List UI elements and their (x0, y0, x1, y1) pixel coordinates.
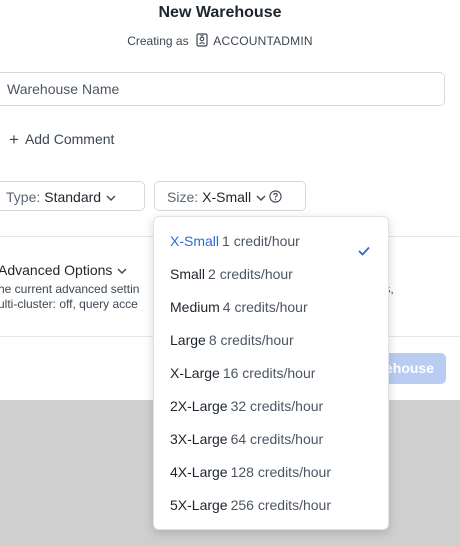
size-option-name: Large (170, 332, 206, 348)
creating-as-line: Creating as ACCOUNTADMIN (0, 33, 440, 50)
size-option-name: 2X-Large (170, 398, 228, 414)
type-label: Type: (6, 189, 41, 205)
size-option-name: 3X-Large (170, 431, 228, 447)
advanced-options-toggle[interactable]: Advanced Options (0, 261, 127, 278)
advanced-options-label: Advanced Options (0, 262, 113, 278)
size-option-credits: 128 credits/hour (230, 464, 331, 480)
size-option-name: Medium (170, 299, 220, 315)
chevron-down-icon (106, 182, 116, 210)
size-option-credits: 8 credits/hour (208, 332, 294, 348)
type-select[interactable]: Type: Standard (0, 181, 145, 211)
dialog-title: New Warehouse (158, 4, 282, 21)
warehouse-name-input[interactable]: Warehouse Name (0, 72, 445, 106)
size-option-credits: 1 credit/hour (222, 233, 300, 249)
size-option-small[interactable]: Small 2 credits/hour (154, 258, 388, 291)
size-option-2x-large[interactable]: 2X-Large 32 credits/hour (154, 390, 388, 423)
size-option-credits: 16 credits/hour (222, 365, 316, 381)
size-value: X-Small (202, 189, 252, 205)
size-option-medium[interactable]: Medium 4 credits/hour (154, 291, 388, 324)
size-option-credits: 64 credits/hour (230, 431, 324, 447)
size-label: Size: (167, 189, 199, 205)
size-option-name: X-Large (170, 365, 220, 381)
size-option-credits: 2 credits/hour (208, 266, 293, 282)
size-option-x-large[interactable]: X-Large 16 credits/hour (154, 357, 388, 390)
create-warehouse-label: ehouse (384, 360, 434, 376)
warehouse-name-placeholder: Warehouse Name (7, 81, 120, 97)
chevron-down-icon (117, 261, 127, 277)
size-option-name: X-Small (170, 233, 220, 249)
size-option-credits: 32 credits/hour (230, 398, 324, 414)
help-icon[interactable] (269, 184, 282, 212)
size-option-credits: 256 credits/hour (230, 497, 331, 513)
size-option-name: 4X-Large (170, 464, 228, 480)
size-option-name: 5X-Large (170, 497, 228, 513)
size-option-4x-large[interactable]: 4X-Large 128 credits/hour (154, 456, 388, 489)
size-option-3x-large[interactable]: 3X-Large 64 credits/hour (154, 423, 388, 456)
size-option-5x-large[interactable]: 5X-Large 256 credits/hour (154, 489, 388, 522)
role-badge-icon (196, 33, 208, 50)
size-option-name: Small (170, 266, 206, 282)
chevron-down-icon (256, 182, 266, 210)
creating-as-label: Creating as (127, 34, 189, 48)
role-name: ACCOUNTADMIN (213, 34, 313, 48)
size-option-large[interactable]: Large 8 credits/hour (154, 324, 388, 357)
advanced-desc-line1: he current advanced settin (0, 282, 140, 296)
size-option-credits: 4 credits/hour (222, 299, 308, 315)
size-option-x-small[interactable]: X-Small 1 credit/hour (154, 225, 388, 258)
size-select[interactable]: Size: X-Small (154, 181, 306, 211)
size-dropdown-menu: X-Small 1 credit/hour Small 2 credits/hour M… (153, 216, 389, 530)
plus-icon: + (9, 130, 19, 149)
type-value: Standard (44, 189, 102, 205)
add-comment-button[interactable]: + Add Comment (9, 130, 114, 150)
add-comment-label: Add Comment (24, 131, 115, 147)
